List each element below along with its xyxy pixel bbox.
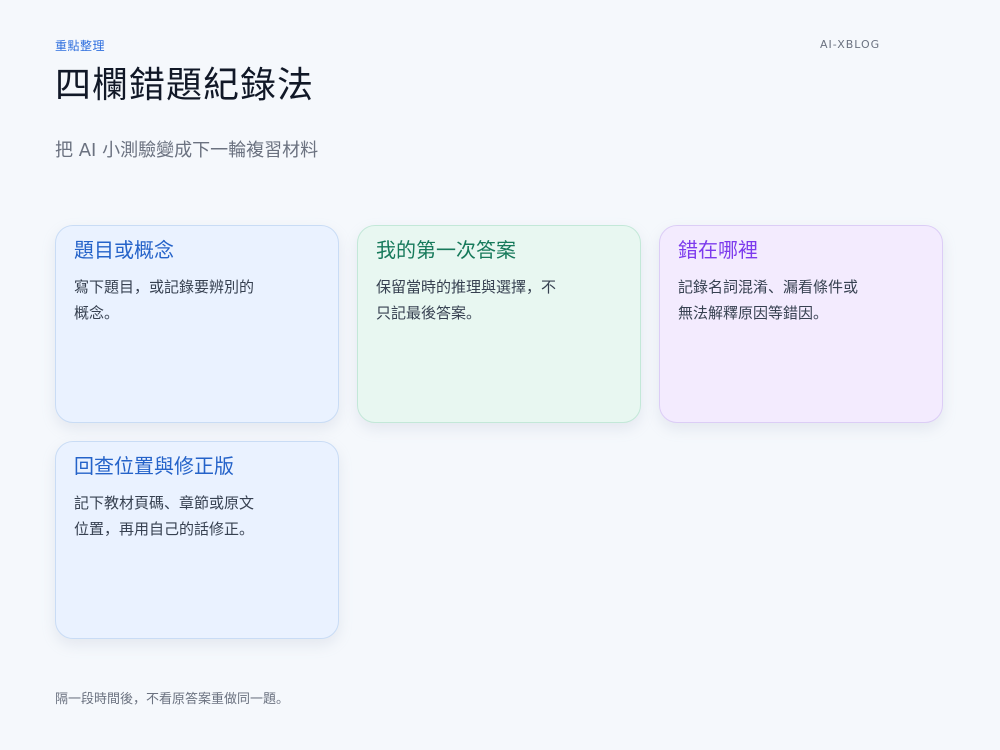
card-first-answer: 我的第一次答案 保留當時的推理與選擇，不只記最後答案。 bbox=[357, 225, 641, 423]
card-body: 保留當時的推理與選擇，不只記最後答案。 bbox=[376, 278, 557, 322]
card-body: 寫下題目，或記錄要辨別的概念。 bbox=[74, 278, 255, 322]
card-title: 我的第一次答案 bbox=[376, 238, 516, 262]
card-body: 記錄名詞混淆、漏看條件或無法解釋原因等錯因。 bbox=[678, 278, 859, 322]
card-title: 題目或概念 bbox=[74, 238, 174, 262]
page-title: 四欄錯題紀錄法 bbox=[55, 65, 315, 106]
card-reference-and-revision: 回查位置與修正版 記下教材頁碼、章節或原文位置，再用自己的話修正。 bbox=[55, 441, 339, 639]
card-title: 錯在哪裡 bbox=[678, 238, 758, 262]
card-title: 回查位置與修正版 bbox=[74, 454, 234, 478]
page-subtitle: 把 AI 小測驗變成下一輪複習材料 bbox=[55, 140, 319, 161]
footer-note: 隔一段時間後，不看原答案重做同一題。 bbox=[55, 692, 290, 707]
card-question-or-concept: 題目或概念 寫下題目，或記錄要辨別的概念。 bbox=[55, 225, 339, 423]
brand-label: AI-XBLOG bbox=[820, 38, 881, 51]
section-eyebrow: 重點整理 bbox=[55, 39, 106, 53]
card-body: 記下教材頁碼、章節或原文位置，再用自己的話修正。 bbox=[74, 494, 255, 538]
card-error-cause: 錯在哪裡 記錄名詞混淆、漏看條件或無法解釋原因等錯因。 bbox=[659, 225, 943, 423]
